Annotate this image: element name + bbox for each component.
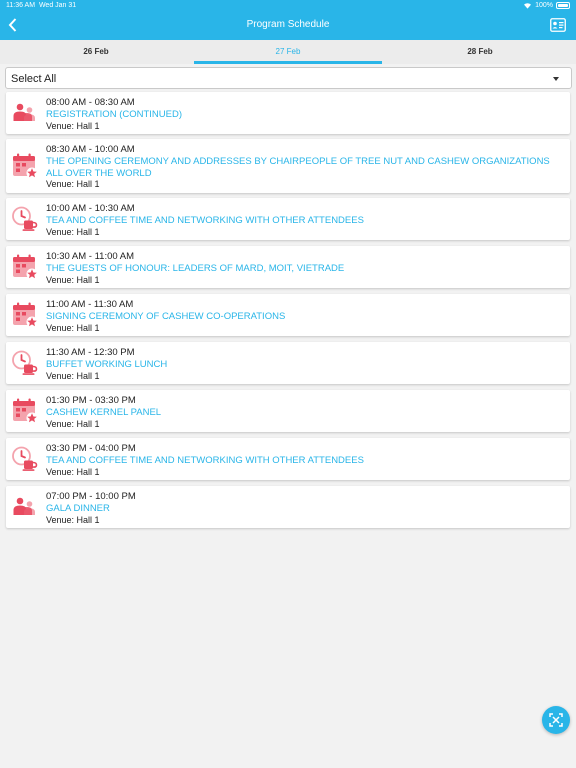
session-time: 11:00 AM - 11:30 AM	[46, 299, 134, 310]
clock-cup-icon	[11, 349, 39, 377]
clock-cup-icon	[11, 205, 39, 233]
battery-icon	[556, 2, 570, 9]
profile-card-button[interactable]	[550, 18, 566, 32]
session-title: GALA DINNER	[46, 503, 110, 514]
session-title: SIGNING CEREMONY OF CASHEW CO-OPERATIONS	[46, 311, 286, 322]
session-title: REGISTRATION (CONTINUED)	[46, 109, 182, 120]
session-venue: Venue: Hall 1	[46, 371, 100, 381]
session-venue: Venue: Hall 1	[46, 515, 100, 525]
session-time: 07:00 PM - 10:00 PM	[46, 491, 136, 502]
session-card[interactable]: 03:30 PM - 04:00 PM TEA AND COFFEE TIME …	[6, 438, 570, 480]
session-card[interactable]: 07:00 PM - 10:00 PM GALA DINNER Venue: H…	[6, 486, 570, 528]
calendar-star-icon	[11, 253, 39, 281]
calendar-star-icon	[11, 301, 39, 329]
tab-26-feb[interactable]: 26 Feb	[0, 40, 192, 64]
session-title: THE GUESTS OF HONOUR: LEADERS OF MARD, M…	[46, 263, 345, 274]
session-venue: Venue: Hall 1	[46, 121, 100, 131]
wifi-icon	[524, 3, 532, 9]
tab-28-feb[interactable]: 28 Feb	[384, 40, 576, 64]
select-value: Select All	[11, 73, 57, 85]
calendar-star-icon	[11, 152, 39, 180]
session-card[interactable]: 11:00 AM - 11:30 AM SIGNING CEREMONY OF …	[6, 294, 570, 336]
session-card[interactable]: 11:30 AM - 12:30 PM BUFFET WORKING LUNCH…	[6, 342, 570, 384]
session-card[interactable]: 08:00 AM - 08:30 AM REGISTRATION (CONTIN…	[6, 92, 570, 134]
calendar-star-icon	[11, 397, 39, 425]
session-time: 01:30 PM - 03:30 PM	[46, 395, 136, 406]
session-card[interactable]: 08:30 AM - 10:00 AM THE OPENING CEREMONY…	[6, 139, 570, 193]
session-card[interactable]: 10:00 AM - 10:30 AM TEA AND COFFEE TIME …	[6, 198, 570, 240]
session-time: 10:00 AM - 10:30 AM	[46, 203, 135, 214]
session-title: BUFFET WORKING LUNCH	[46, 359, 168, 370]
session-venue: Venue: Hall 1	[46, 227, 100, 237]
session-card[interactable]: 01:30 PM - 03:30 PM CASHEW KERNEL PANEL …	[6, 390, 570, 432]
caret-down-icon	[553, 77, 559, 81]
session-venue: Venue: Hall 1	[46, 467, 100, 477]
battery-percent: 100%	[535, 2, 553, 9]
status-right: 100%	[523, 2, 570, 9]
app-header: 11:36 AM Wed Jan 31 100% Program Schedul…	[0, 0, 576, 40]
session-filter-select[interactable]: Select All	[5, 67, 572, 89]
status-bar: 11:36 AM Wed Jan 31 100%	[0, 0, 576, 12]
session-time: 11:30 AM - 12:30 PM	[46, 347, 135, 358]
session-title: CASHEW KERNEL PANEL	[46, 407, 162, 418]
session-time: 08:30 AM - 10:00 AM	[46, 144, 135, 155]
scan-icon	[549, 713, 563, 727]
session-time: 08:00 AM - 08:30 AM	[46, 97, 135, 108]
session-time: 03:30 PM - 04:00 PM	[46, 443, 136, 454]
session-venue: Venue: Hall 1	[46, 419, 100, 429]
people-icon	[11, 493, 39, 521]
session-title: TEA AND COFFEE TIME AND NETWORKING WITH …	[46, 455, 364, 466]
session-venue: Venue: Hall 1	[46, 323, 100, 333]
session-title: THE OPENING CEREMONY AND ADDRESSES BY CH…	[46, 156, 550, 179]
status-time: 11:36 AM Wed Jan 31	[6, 2, 77, 9]
session-time: 10:30 AM - 11:00 AM	[46, 251, 135, 262]
session-title: TEA AND COFFEE TIME AND NETWORKING WITH …	[46, 215, 364, 226]
session-venue: Venue: Hall 1	[46, 275, 100, 285]
active-tab-indicator	[194, 61, 382, 64]
session-venue: Venue: Hall 1	[46, 179, 100, 189]
page-title: Program Schedule	[246, 19, 330, 30]
id-card-icon	[550, 18, 566, 32]
people-icon	[11, 99, 39, 127]
scan-fab-button[interactable]	[542, 706, 570, 734]
clock-cup-icon	[11, 445, 39, 473]
session-card[interactable]: 10:30 AM - 11:00 AM THE GUESTS OF HONOUR…	[6, 246, 570, 288]
